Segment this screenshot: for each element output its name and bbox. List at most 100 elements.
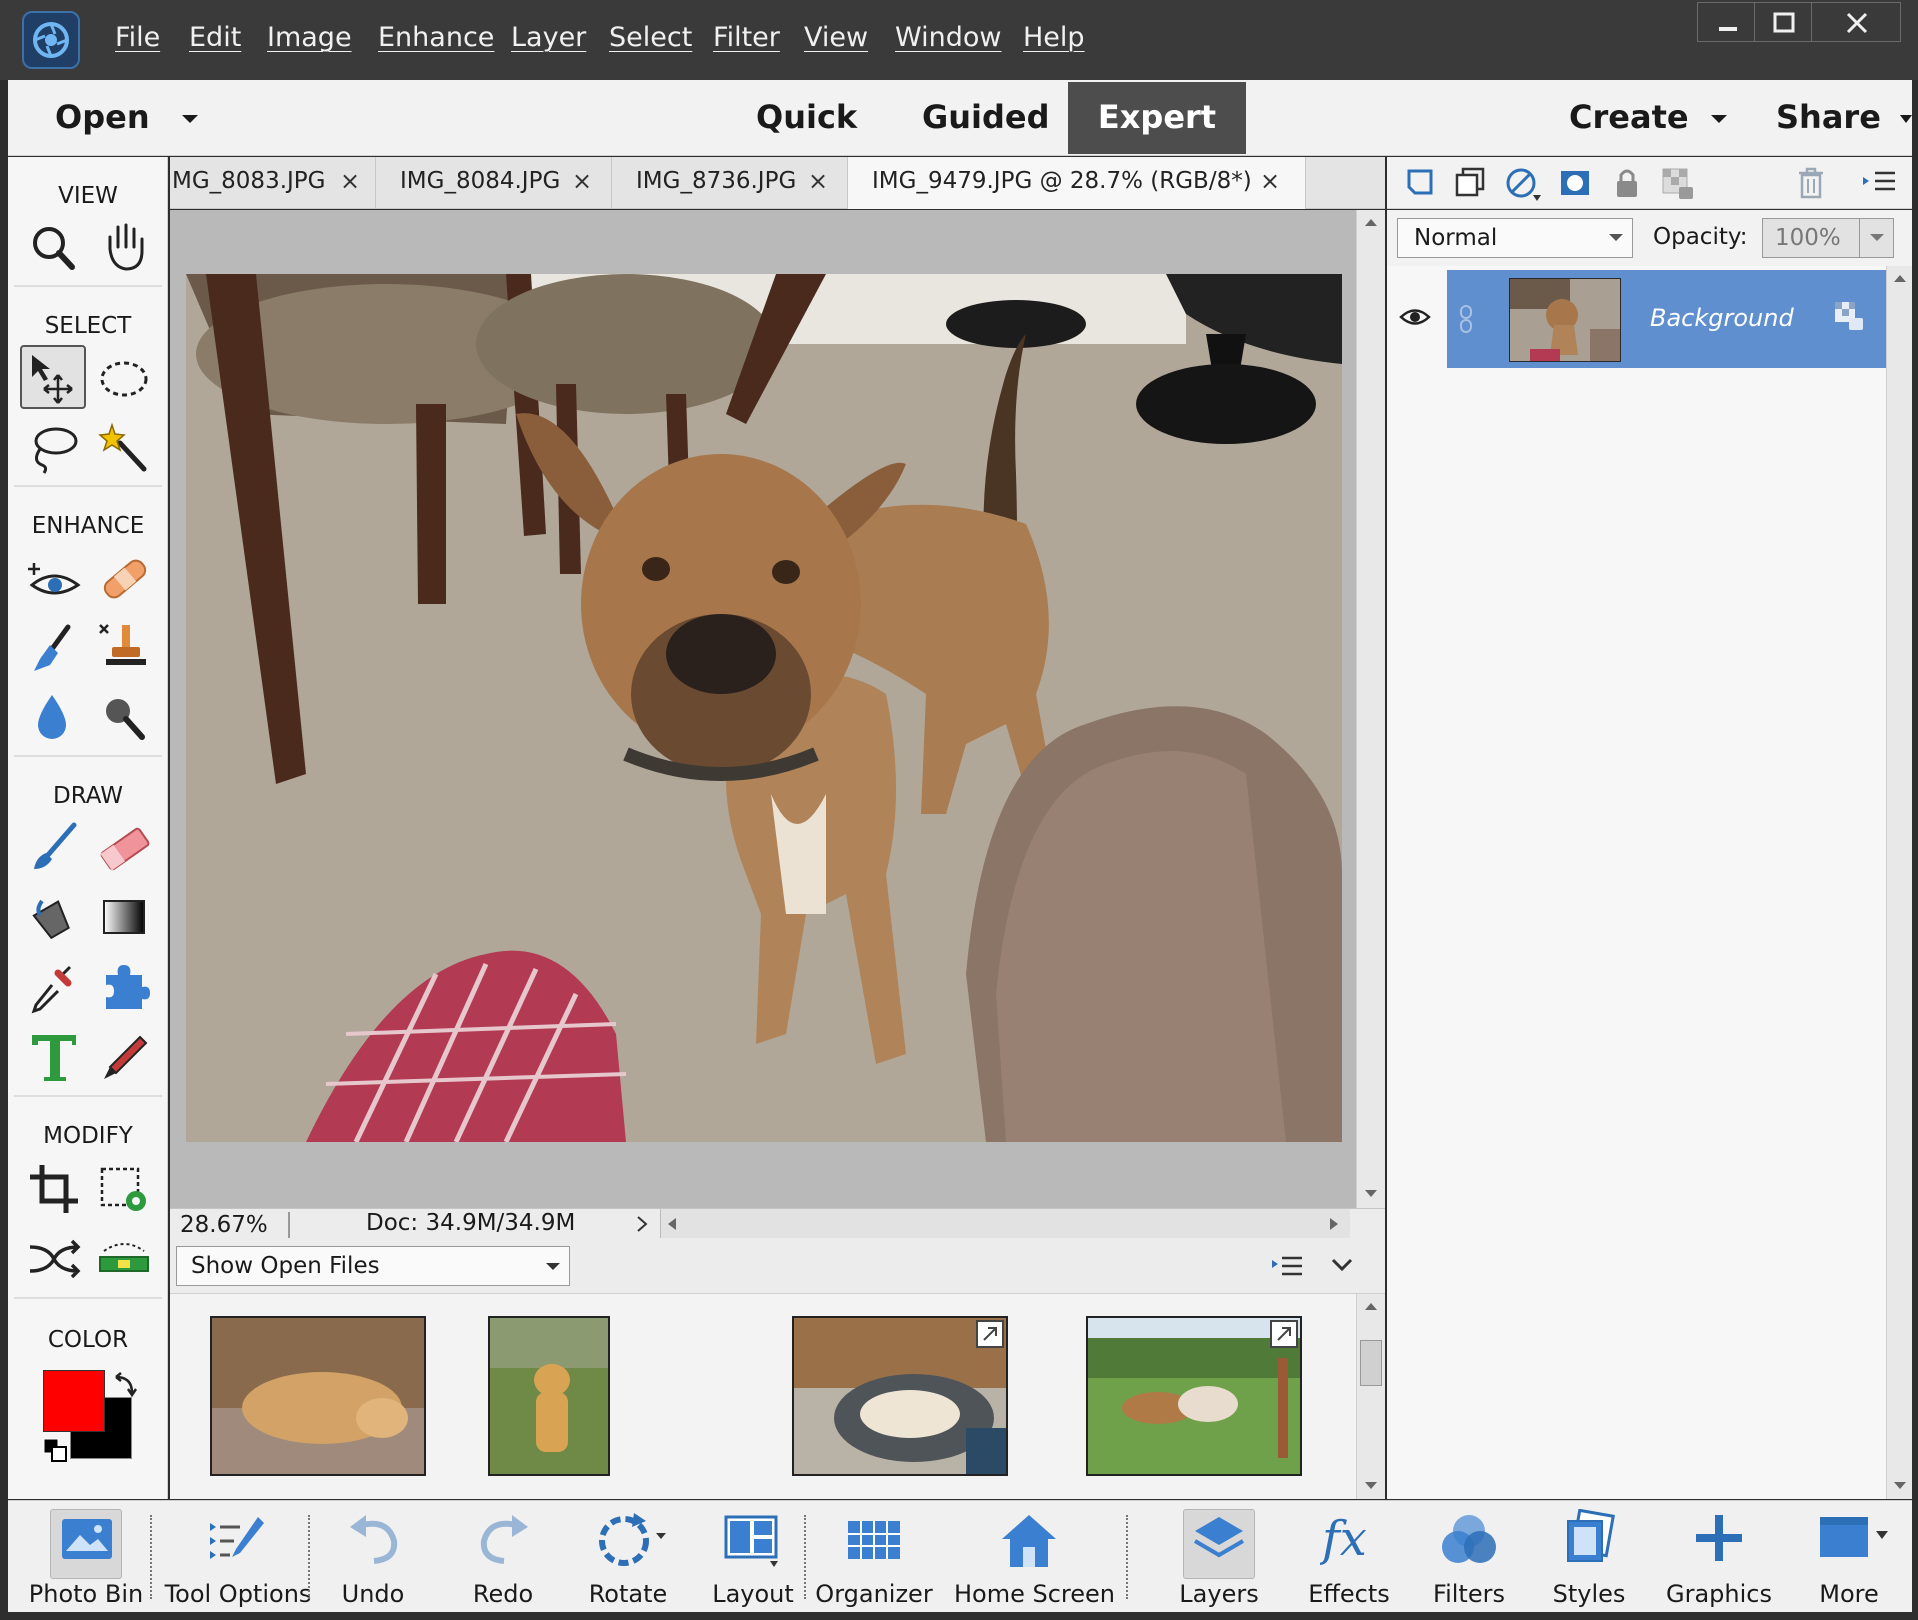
scroll-thumb[interactable] [1360,1340,1382,1386]
home-screen-button[interactable]: Home Screen [954,1501,1115,1613]
blend-mode-dropdown[interactable]: Normal [1397,218,1633,258]
scroll-down-icon[interactable] [1892,1480,1908,1492]
doc-tab-img-9479[interactable]: IMG_9479.JPG @ 28.7% (RGB/8*) × [848,157,1306,209]
menu-layer[interactable]: Layer [511,22,586,53]
filters-button[interactable]: Filters [1414,1501,1524,1613]
organizer-button[interactable]: Organizer [814,1501,934,1613]
open-button[interactable]: Open [55,98,150,136]
bin-thumbnail[interactable] [210,1316,426,1476]
close-window-button[interactable] [1811,2,1901,42]
scroll-down-icon[interactable] [1363,1480,1379,1492]
scroll-down-icon[interactable] [1363,1188,1379,1200]
marquee-tool[interactable] [92,345,158,409]
status-menu-arrow-icon[interactable] [632,1214,652,1234]
adjustment-layer-icon[interactable] [1503,165,1543,205]
share-dropdown-icon[interactable] [1900,115,1912,123]
sponge-tool[interactable] [92,685,158,749]
crop-tool[interactable] [22,1157,88,1221]
canvas-vertical-scrollbar[interactable] [1356,210,1385,1208]
hand-tool[interactable] [92,215,158,279]
layer-mask-icon[interactable] [1557,165,1593,201]
bin-thumbnail[interactable] [792,1316,1008,1476]
expand-thumbnail-icon[interactable] [976,1320,1004,1348]
swap-colors-icon[interactable] [110,1369,140,1399]
photo-bin-scrollbar[interactable] [1356,1294,1385,1499]
new-layer-icon[interactable] [1401,165,1437,201]
trash-icon[interactable] [1793,165,1829,201]
tab-expert[interactable]: Expert [1068,82,1246,154]
scroll-left-icon[interactable] [665,1216,679,1232]
close-tab-icon[interactable]: × [340,167,360,195]
menu-view[interactable]: View [804,22,868,53]
scroll-up-icon[interactable] [1363,1300,1379,1312]
create-dropdown-icon[interactable] [1711,115,1727,123]
redo-button[interactable]: Redo [448,1501,558,1613]
doc-tab-img-8084[interactable]: IMG_8084.JPG × [376,157,612,209]
document-image[interactable] [186,274,1342,1142]
maximize-button[interactable] [1754,2,1812,42]
doc-tab-img-8736[interactable]: IMG_8736.JPG × [612,157,848,209]
collapse-bin-icon[interactable] [1330,1256,1354,1274]
eyedropper-tool[interactable] [22,955,88,1019]
bin-thumbnail[interactable] [488,1316,610,1476]
close-tab-icon[interactable]: × [572,167,592,195]
photo-bin-button[interactable]: Photo Bin [18,1501,154,1613]
red-eye-tool[interactable] [22,545,88,609]
undo-button[interactable]: Undo [318,1501,428,1613]
foreground-color-swatch[interactable] [43,1370,105,1432]
new-group-icon[interactable] [1451,165,1487,201]
share-button[interactable]: Share [1776,98,1881,136]
layers-panel-button[interactable]: Layers [1154,1501,1284,1613]
open-dropdown-icon[interactable] [182,115,198,123]
healing-brush-tool[interactable] [92,545,158,609]
expand-thumbnail-icon[interactable] [1270,1320,1298,1348]
bin-options-menu-icon[interactable] [1270,1252,1304,1280]
menu-help[interactable]: Help [1023,22,1085,53]
recompose-tool[interactable] [92,1157,158,1221]
tool-options-button[interactable]: Tool Options [158,1501,318,1613]
eraser-tool[interactable] [92,815,158,879]
gradient-tool[interactable] [92,885,158,949]
graphics-button[interactable]: Graphics [1654,1501,1784,1613]
canvas-area[interactable] [170,210,1356,1208]
clone-stamp-tool[interactable] [92,615,158,679]
menu-enhance[interactable]: Enhance [378,22,494,53]
doc-tab-img-8083[interactable]: MG_8083.JPG × [170,157,376,209]
rotate-button[interactable]: Rotate [568,1501,688,1613]
smart-brush-tool[interactable] [22,615,88,679]
paint-bucket-tool[interactable] [22,885,88,949]
create-button[interactable]: Create [1569,98,1689,136]
layout-button[interactable]: Layout [698,1501,808,1613]
close-tab-icon[interactable]: × [1260,167,1280,195]
straighten-tool[interactable] [92,1227,158,1291]
scroll-up-icon[interactable] [1363,216,1379,228]
type-tool[interactable] [22,1025,88,1089]
scroll-up-icon[interactable] [1892,272,1908,284]
custom-shape-tool[interactable] [92,955,158,1019]
app-logo-icon[interactable] [22,11,80,69]
zoom-tool[interactable] [22,215,88,279]
zoom-level[interactable]: 28.67% [180,1212,290,1240]
close-tab-icon[interactable]: × [808,167,828,195]
content-aware-move-tool[interactable] [22,1227,88,1291]
panel-menu-icon[interactable] [1859,165,1899,201]
blur-tool[interactable] [22,685,88,749]
chevron-down-icon[interactable] [1869,233,1885,243]
default-colors-icon[interactable] [42,1437,72,1467]
tab-quick[interactable]: Quick [756,98,857,136]
photo-bin-source-dropdown[interactable]: Show Open Files [176,1246,570,1286]
lock-icon[interactable] [1609,165,1645,201]
tab-guided[interactable]: Guided [922,98,1050,136]
styles-button[interactable]: Styles [1534,1501,1644,1613]
visibility-eye-icon[interactable] [1399,306,1431,328]
menu-select[interactable]: Select [609,22,692,53]
menu-image[interactable]: Image [267,22,352,53]
brush-tool[interactable] [22,815,88,879]
link-layer-icon[interactable] [1457,304,1475,334]
pencil-tool[interactable] [92,1025,158,1089]
menu-filter[interactable]: Filter [713,22,780,53]
move-tool[interactable] [20,345,86,409]
opacity-field[interactable]: 100% [1762,218,1894,258]
lock-transparency-icon[interactable] [1659,165,1699,205]
scroll-right-icon[interactable] [1327,1216,1341,1232]
